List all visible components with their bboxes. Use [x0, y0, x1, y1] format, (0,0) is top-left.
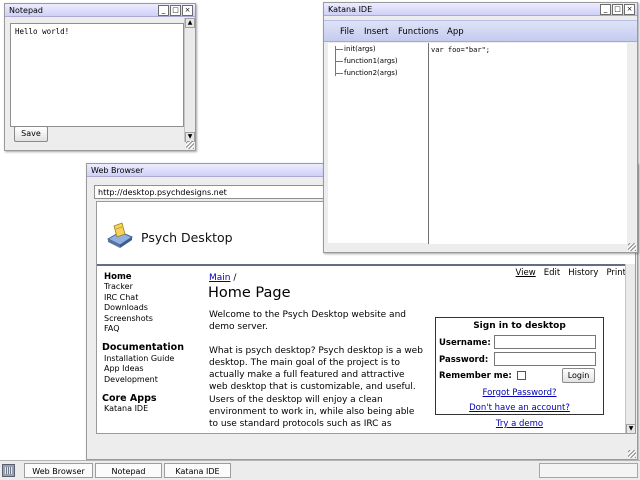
maximize-icon[interactable]: □ [170, 5, 181, 16]
tree-item-function2[interactable]: function2(args) [335, 67, 398, 79]
menu-functions[interactable]: Functions [398, 21, 439, 43]
password-label: Password: [439, 355, 489, 365]
nav-heading-core-apps: Core Apps [102, 393, 157, 405]
remember-me-checkbox[interactable] [517, 371, 526, 380]
nav-heading-documentation: Documentation [102, 342, 184, 354]
nav-item-home[interactable]: Home [104, 272, 199, 282]
remember-me-label: Remember me: [439, 371, 512, 381]
page-body: Welcome to the Psych Desktop website and… [209, 309, 423, 430]
login-button[interactable]: Login [562, 368, 595, 383]
no-account-link[interactable]: Don't have an account? [436, 403, 603, 413]
katana-resize-grip[interactable] [628, 243, 636, 251]
notepad-title: Notepad [9, 6, 43, 15]
scroll-down-icon[interactable]: ▼ [626, 424, 635, 433]
nav-item-downloads[interactable]: Downloads [104, 303, 199, 313]
notepad-resize-grip[interactable] [186, 141, 194, 149]
taskbar-item-notepad[interactable]: Notepad [95, 463, 162, 478]
maximize-icon[interactable]: □ [612, 4, 623, 15]
header-divider [97, 264, 635, 266]
katana-menubar: File Insert Functions App [324, 20, 637, 42]
try-demo-link[interactable]: Try a demo [435, 419, 604, 429]
browser-title: Web Browser [91, 166, 144, 175]
tab-print[interactable]: Print [606, 268, 626, 278]
tree-item-init-label: init(args) [344, 45, 376, 53]
nav-item-tracker[interactable]: Tracker [104, 282, 199, 292]
close-icon[interactable]: × [182, 5, 193, 16]
login-button-label: Login [567, 371, 590, 380]
welcome-paragraph: Welcome to the Psych Desktop website and… [209, 310, 406, 333]
katana-titlebar[interactable]: Katana IDE _ □ × [324, 3, 637, 16]
notepad-titlebar[interactable]: Notepad _ □ × [5, 4, 195, 17]
nav-item-katana-ide[interactable]: Katana IDE [104, 404, 199, 414]
taskbar-item-web-browser[interactable]: Web Browser [24, 463, 93, 478]
minimize-icon[interactable]: _ [600, 4, 611, 15]
page-tabs: View Edit History Print [516, 268, 626, 278]
browser-scrollbar[interactable]: ▼ [625, 264, 635, 433]
notepad-textarea[interactable]: Hello world! [10, 23, 184, 127]
breadcrumb-main-link[interactable]: Main [209, 273, 231, 283]
tab-history[interactable]: History [568, 268, 598, 278]
nav-item-app-ideas[interactable]: App Ideas [104, 364, 199, 374]
menu-file[interactable]: File [340, 21, 354, 43]
code-editor[interactable]: var foo="bar"; [429, 43, 627, 244]
browser-resize-grip[interactable] [628, 450, 636, 458]
tree-item-function2-label: function2(args) [344, 69, 398, 77]
nav-item-faq[interactable]: FAQ [104, 324, 199, 334]
scroll-up-icon[interactable]: ▲ [185, 18, 195, 28]
taskbar-item-katana-ide[interactable]: Katana IDE [164, 463, 231, 478]
notepad-scrollbar[interactable]: ▲ ▼ [184, 18, 195, 142]
taskbar-tray [539, 463, 638, 478]
signin-title: Sign in to desktop [473, 321, 566, 331]
nav-item-irc-chat[interactable]: IRC Chat [104, 293, 199, 303]
katana-title: Katana IDE [328, 5, 373, 14]
username-label: Username: [439, 338, 491, 348]
username-field[interactable] [494, 335, 596, 349]
site-name: Psych Desktop [141, 230, 233, 245]
menu-app[interactable]: App [447, 21, 464, 43]
about-paragraph: What is psych desktop? Psych desktop is … [209, 346, 423, 429]
nav-item-screenshots[interactable]: Screenshots [104, 314, 199, 324]
start-menu-icon[interactable] [2, 464, 15, 477]
tree-item-function1[interactable]: function1(args) [335, 55, 398, 67]
left-nav: Home Tracker IRC Chat Downloads Screensh… [102, 272, 199, 415]
password-field[interactable] [494, 352, 596, 366]
nav-item-development[interactable]: Development [104, 375, 199, 385]
psych-desktop-logo-icon [106, 222, 134, 248]
breadcrumb: Main / [209, 273, 236, 283]
katana-window[interactable]: Katana IDE _ □ × File Insert Functions A… [323, 2, 638, 253]
tab-view[interactable]: View [516, 268, 536, 278]
minimize-icon[interactable]: _ [158, 5, 169, 16]
page-title: Home Page [208, 285, 291, 301]
breadcrumb-separator: / [233, 273, 237, 283]
close-icon[interactable]: × [624, 4, 635, 15]
taskbar: Web Browser Notepad Katana IDE [0, 460, 640, 480]
menu-insert[interactable]: Insert [364, 21, 388, 43]
function-tree: init(args) function1(args) function2(arg… [328, 43, 428, 243]
forgot-password-link[interactable]: Forgot Password? [436, 388, 603, 398]
notepad-window[interactable]: Notepad _ □ × Hello world! ▲ ▼ Save [4, 3, 196, 151]
notepad-text: Hello world! [15, 27, 70, 36]
tree-item-init[interactable]: init(args) [335, 43, 376, 55]
save-button[interactable]: Save [14, 126, 48, 142]
nav-item-installation-guide[interactable]: Installation Guide [104, 354, 199, 364]
signin-box: Sign in to desktop Username: Password: R… [435, 317, 604, 415]
tree-item-function1-label: function1(args) [344, 57, 398, 65]
tab-edit[interactable]: Edit [544, 268, 560, 278]
save-button-label: Save [21, 129, 41, 138]
code-line: var foo="bar"; [431, 46, 491, 54]
